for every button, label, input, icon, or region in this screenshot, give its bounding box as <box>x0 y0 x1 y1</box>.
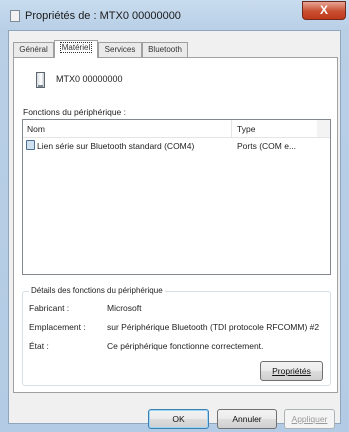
tab-services[interactable]: Services <box>98 42 142 57</box>
window-title: Propriétés de : MTX0 00000000 <box>25 10 181 22</box>
tab-hardware[interactable]: Matériel <box>54 40 98 58</box>
ok-button[interactable]: OK <box>148 409 209 429</box>
location-label: Emplacement : <box>29 322 86 332</box>
status-label: État : <box>29 341 49 351</box>
column-header-name[interactable]: Nom <box>27 124 45 134</box>
close-button[interactable]: X <box>302 1 346 20</box>
manufacturer-value: Microsoft <box>107 303 142 313</box>
list-item[interactable]: Lien série sur Bluetooth standard (COM4)… <box>23 139 330 154</box>
apply-button[interactable]: Appliquer <box>284 409 335 429</box>
dialog-body: Général Matériel Services Bluetooth MTX0… <box>8 30 341 429</box>
tab-general[interactable]: Général <box>13 42 54 57</box>
title-bar[interactable]: Propriétés de : MTX0 00000000 X <box>0 0 349 30</box>
properties-button-label: Propriétés <box>272 366 311 376</box>
list-item-name: Lien série sur Bluetooth standard (COM4) <box>37 141 195 151</box>
column-divider[interactable] <box>231 120 232 137</box>
properties-button[interactable]: Propriétés <box>260 361 323 381</box>
column-header-type[interactable]: Type <box>237 124 255 134</box>
properties-dialog: Propriétés de : MTX0 00000000 X Général … <box>0 0 349 432</box>
window-icon <box>10 10 20 22</box>
functions-list[interactable]: Nom Type Lien série sur Bluetooth standa… <box>22 119 331 275</box>
tab-bluetooth-label: Bluetooth <box>148 45 182 54</box>
serial-port-icon <box>26 140 35 150</box>
manufacturer-label: Fabricant : <box>29 303 70 313</box>
status-value: Ce périphérique fonctionne correctement. <box>107 341 264 351</box>
tab-bluetooth[interactable]: Bluetooth <box>142 42 188 57</box>
device-icon <box>36 72 45 88</box>
list-item-type: Ports (COM e... <box>237 141 297 151</box>
hardware-panel: MTX0 00000000 Fonctions du périphérique … <box>13 57 338 393</box>
apply-button-label: Appliquer <box>291 414 328 424</box>
cancel-button[interactable]: Annuler <box>217 409 277 429</box>
list-header: Nom Type <box>23 120 330 138</box>
tab-services-label: Services <box>104 45 136 54</box>
tab-hardware-label: Matériel <box>59 42 93 53</box>
tab-general-label: Général <box>19 45 48 54</box>
functions-label: Fonctions du périphérique : <box>23 107 127 117</box>
details-group-title: Détails des fonctions du périphérique <box>29 286 165 295</box>
device-name: MTX0 00000000 <box>56 74 123 84</box>
header-filler <box>317 120 330 137</box>
location-value: sur Périphérique Bluetooth (TDI protocol… <box>107 322 320 332</box>
details-group: Détails des fonctions du périphérique Fa… <box>22 286 331 386</box>
